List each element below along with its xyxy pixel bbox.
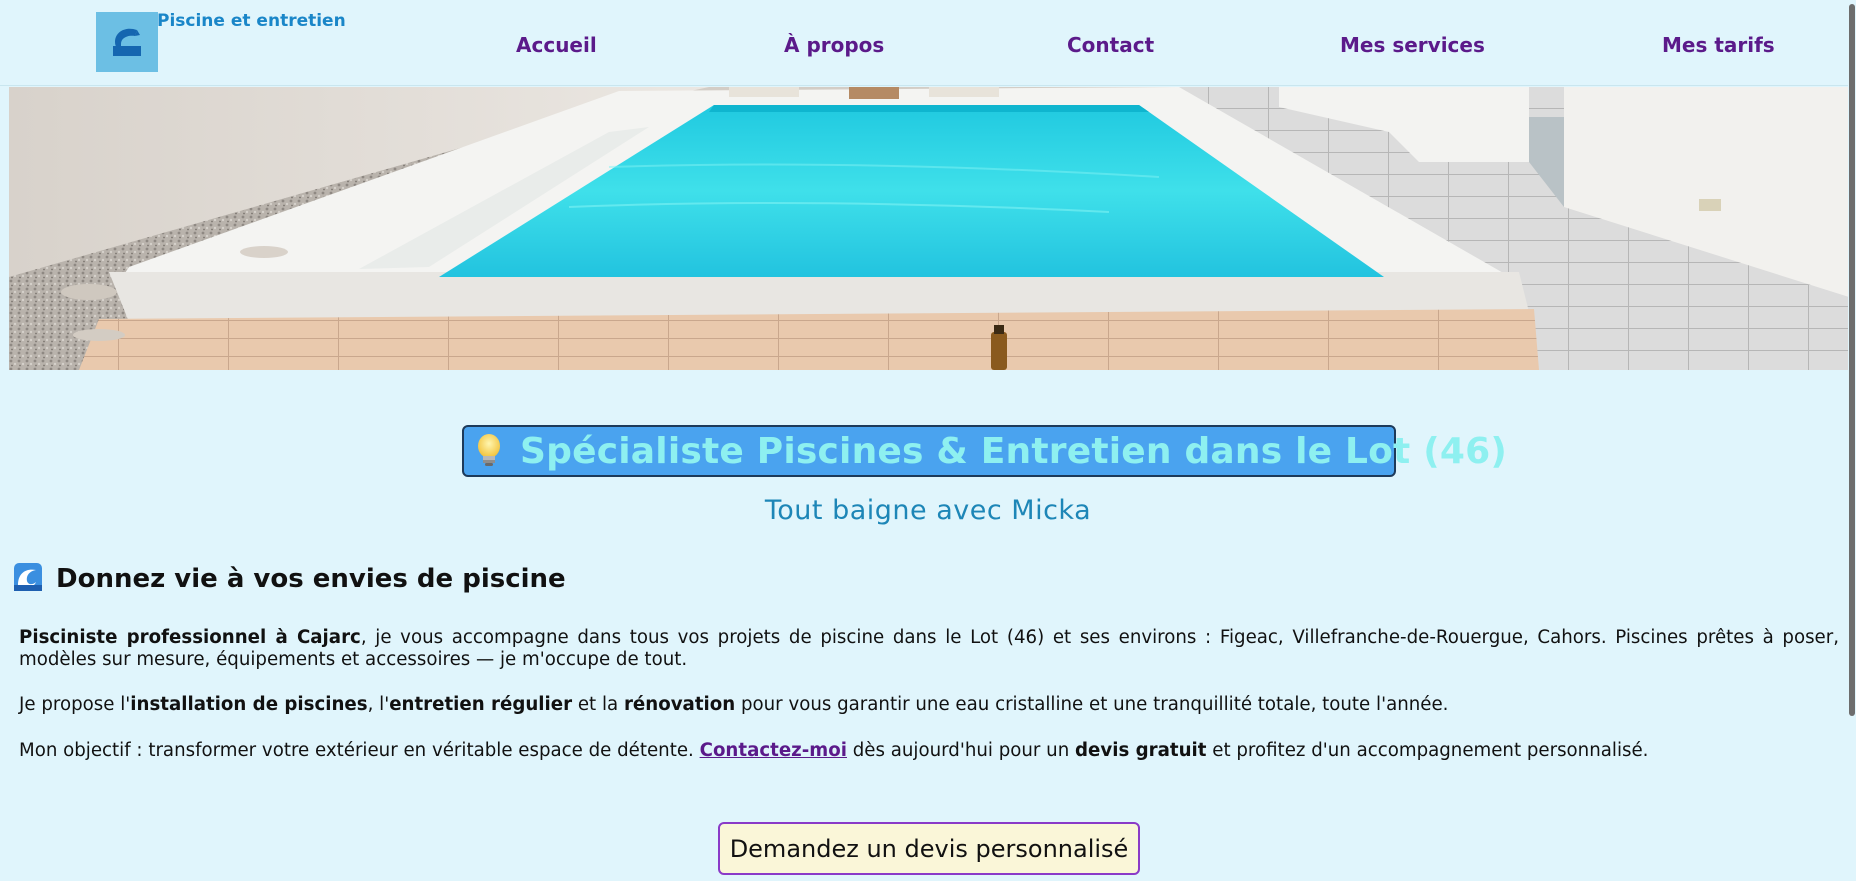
site-brand[interactable]: Piscine et entretien xyxy=(157,11,346,31)
section-heading: Donnez vie à vos envies de piscine xyxy=(14,563,566,595)
contact-link[interactable]: Contactez-moi xyxy=(700,740,847,761)
scrollbar[interactable] xyxy=(1848,0,1856,881)
objective-paragraph: Mon objectif : transformer votre extérie… xyxy=(19,740,1839,762)
scrollbar-thumb[interactable] xyxy=(1849,4,1855,716)
page-title-banner: Spécialiste Piscines & Entretien dans le… xyxy=(462,425,1507,477)
services-text-2: , l' xyxy=(367,694,390,715)
wave-icon xyxy=(14,563,42,595)
wave-logo-icon[interactable] xyxy=(96,12,158,72)
services-text-4: pour vous garantir une eau cristalline e… xyxy=(735,694,1449,715)
intro-paragraph: Pisciniste professionnel à Cajarc, je vo… xyxy=(19,627,1839,671)
services-text-3: et la xyxy=(572,694,624,715)
objective-text-1: Mon objectif : transformer votre extérie… xyxy=(19,740,700,761)
hero-pool-image xyxy=(9,87,1849,370)
section-title: Donnez vie à vos envies de piscine xyxy=(56,564,566,594)
services-entretien: entretien régulier xyxy=(389,694,573,715)
nav-link-mes-tarifs[interactable]: Mes tarifs xyxy=(1662,33,1775,57)
nav-link-contact[interactable]: Contact xyxy=(1067,33,1154,57)
objective-text-3: et profitez d'un accompagnement personna… xyxy=(1206,740,1649,761)
objective-devis-gratuit: devis gratuit xyxy=(1075,740,1207,761)
site-header: Piscine et entretien Accueil À propos Co… xyxy=(0,0,1856,86)
intro-bold-lead: Pisciniste professionnel à Cajarc xyxy=(19,627,361,648)
nav-link-mes-services[interactable]: Mes services xyxy=(1340,33,1485,57)
services-installation: installation de piscines xyxy=(130,694,368,715)
objective-text-2: dès aujourd'hui pour un xyxy=(846,740,1076,761)
page-subtitle: Tout baigne avec Micka xyxy=(764,495,1092,526)
services-renovation: rénovation xyxy=(623,694,736,715)
lightbulb-icon xyxy=(472,433,506,469)
page-title: Spécialiste Piscines & Entretien dans le… xyxy=(520,430,1508,472)
nav-link-accueil[interactable]: Accueil xyxy=(516,33,597,57)
services-paragraph: Je propose l'installation de piscines, l… xyxy=(19,694,1839,716)
nav-link-a-propos[interactable]: À propos xyxy=(784,33,884,57)
services-text-1: Je propose l' xyxy=(19,694,131,715)
request-quote-button[interactable]: Demandez un devis personnalisé xyxy=(718,822,1140,875)
